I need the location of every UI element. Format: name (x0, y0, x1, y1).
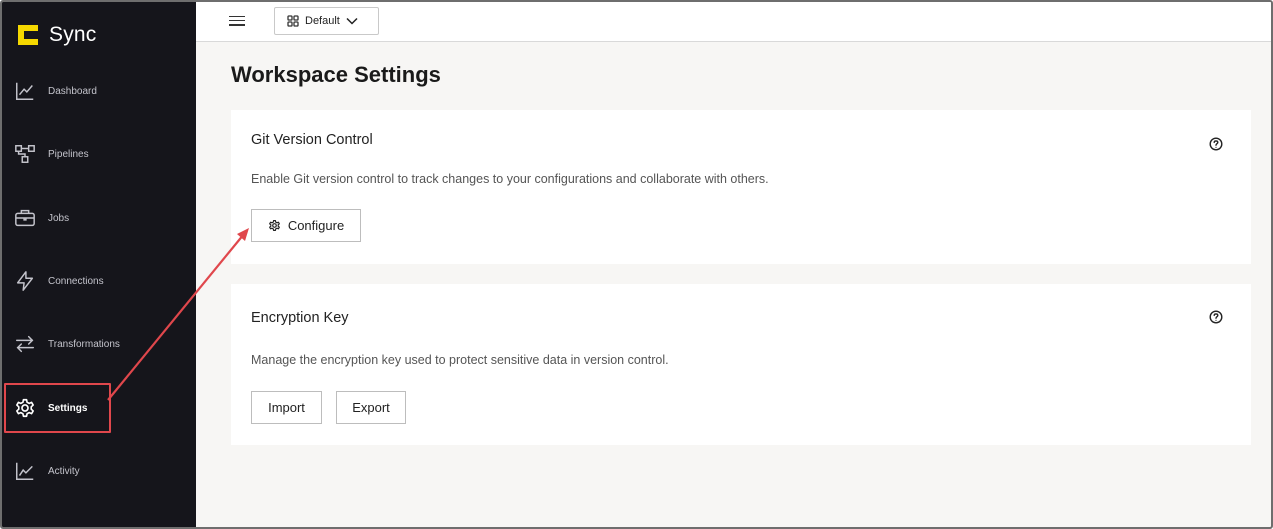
encryption-key-card: Encryption Key Manage the encryption key… (231, 284, 1251, 445)
swap-arrows-icon (16, 335, 34, 353)
git-version-control-card: Git Version Control Enable Git version c… (231, 110, 1251, 264)
pipeline-icon (15, 145, 35, 163)
configure-button[interactable]: Configure (251, 209, 361, 242)
topbar: Default (196, 2, 1271, 42)
sidebar-item-activity[interactable]: Activity (14, 453, 184, 489)
lightning-icon (16, 271, 34, 291)
workspace-select[interactable]: Default (274, 7, 379, 35)
page-title: Workspace Settings (231, 62, 441, 87)
app-window: Sync Dashboard Pipelines Jobs Connection… (0, 0, 1273, 529)
sidebar-item-jobs[interactable]: Jobs (14, 200, 184, 236)
help-icon[interactable] (1209, 310, 1223, 324)
sidebar-item-transformations[interactable]: Transformations (14, 326, 184, 362)
settings-highlight-box (4, 383, 111, 433)
import-button-label: Import (268, 400, 305, 415)
menu-toggle-icon[interactable] (229, 13, 245, 29)
card-title: Encryption Key (251, 310, 349, 326)
sidebar-item-label: Pipelines (48, 148, 89, 160)
sidebar-item-label: Jobs (48, 212, 70, 224)
briefcase-icon (15, 209, 35, 227)
import-button[interactable]: Import (251, 391, 322, 424)
activity-chart-icon (16, 462, 34, 480)
brand-name: Sync (49, 23, 97, 46)
chevron-down-icon (346, 17, 358, 25)
export-button-label: Export (352, 400, 390, 415)
sidebar: Sync Dashboard Pipelines Jobs Connection… (2, 2, 196, 527)
sidebar-item-label: Activity (48, 465, 80, 477)
workspace-select-value: Default (305, 15, 340, 27)
gear-icon (268, 220, 280, 231)
card-title: Git Version Control (251, 132, 373, 148)
sync-logo-icon (18, 25, 38, 45)
sidebar-item-pipelines[interactable]: Pipelines (14, 136, 184, 172)
brand[interactable]: Sync (15, 20, 97, 50)
configure-button-label: Configure (287, 218, 345, 233)
help-icon[interactable] (1209, 137, 1223, 151)
card-description: Enable Git version control to track chan… (251, 172, 769, 186)
sidebar-item-label: Dashboard (48, 85, 97, 97)
export-button[interactable]: Export (336, 391, 406, 424)
card-description: Manage the encryption key used to protec… (251, 353, 669, 367)
chart-line-icon (16, 82, 34, 100)
sidebar-item-connections[interactable]: Connections (14, 263, 184, 299)
sidebar-item-label: Transformations (48, 338, 120, 350)
sidebar-item-dashboard[interactable]: Dashboard (14, 73, 184, 109)
grid-icon (287, 15, 299, 27)
sidebar-item-label: Connections (48, 275, 104, 287)
